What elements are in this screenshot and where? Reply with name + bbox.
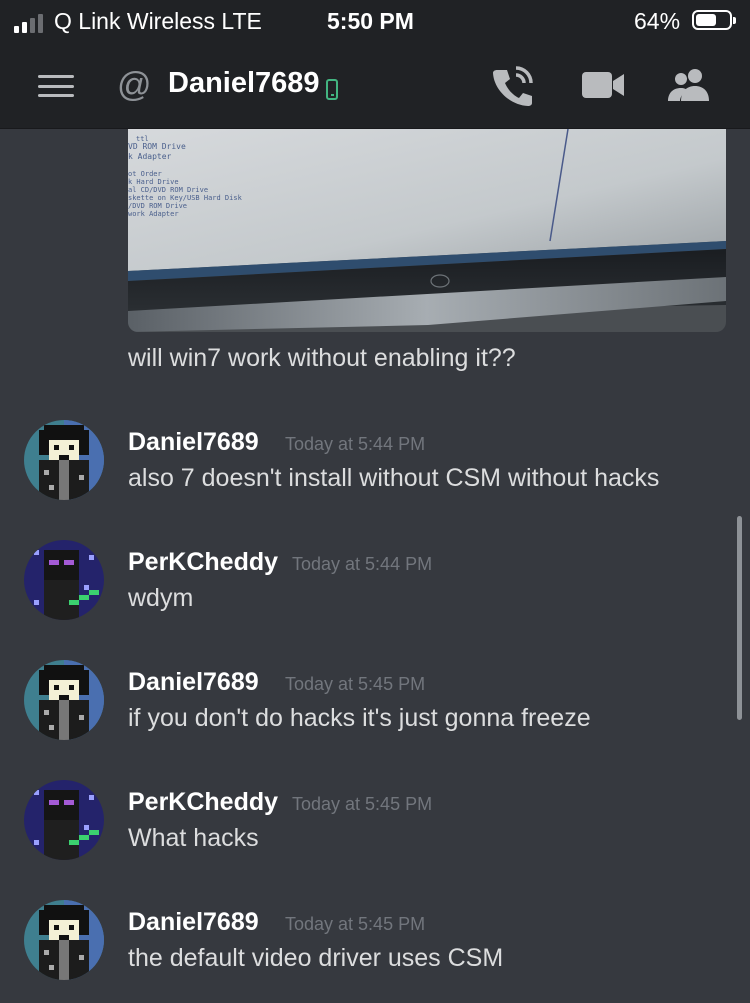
message-text: will win7 work without enabling it?? [128, 344, 516, 372]
bios-text-5: k Hard Drive [128, 178, 179, 186]
bios-text-9: work Adapter [128, 210, 179, 218]
battery-level-fill [696, 14, 716, 26]
channel-header: @ Daniel7689 [0, 42, 750, 129]
bios-text-2: VD ROM Drive [128, 142, 186, 151]
battery-percentage: 64% [634, 8, 681, 34]
video-call-icon[interactable] [580, 69, 626, 101]
message-text: if you don't do hacks it's just gonna fr… [128, 704, 591, 732]
status-bar: Q Link Wireless LTE 5:50 PM 64% [0, 0, 750, 42]
bios-text-4: ot Order [128, 170, 162, 178]
message-text: wdym [128, 584, 194, 612]
menu-icon[interactable] [38, 75, 74, 97]
message-author[interactable]: Daniel7689 [128, 668, 259, 697]
clock: 5:50 PM [327, 8, 414, 34]
bios-photo: ttl VD ROM Drive k Adapter ot Order k Ha… [128, 129, 726, 332]
bios-text-8: /DVD ROM Drive [128, 202, 187, 210]
scrollbar[interactable] [737, 516, 742, 720]
battery-icon [692, 10, 736, 30]
group-members-icon[interactable] [665, 67, 715, 103]
at-icon: @ [117, 66, 152, 104]
pixel-avatar-daniel [24, 660, 104, 740]
bios-text-3: k Adapter [128, 152, 172, 161]
bios-text-7: skette on Key/USB Hard Disk [128, 194, 243, 202]
message-author[interactable]: PerKCheddy [128, 548, 278, 577]
avatar[interactable] [24, 900, 104, 980]
message-timestamp: Today at 5:45 PM [285, 674, 426, 694]
message-text: the default video driver uses CSM [128, 944, 504, 972]
avatar[interactable] [24, 780, 104, 860]
pixel-avatar-daniel [24, 420, 104, 500]
message-text: What hacks [128, 824, 259, 852]
pixel-avatar-perkcheddy [24, 780, 104, 860]
message-timestamp: Today at 5:44 PM [292, 554, 433, 574]
pixel-avatar-daniel [24, 900, 104, 980]
avatar[interactable] [24, 660, 104, 740]
dm-recipient-name[interactable]: Daniel7689 [168, 67, 320, 100]
carrier-label: Q Link Wireless LTE [54, 8, 262, 34]
message-timestamp: Today at 5:44 PM [285, 434, 426, 454]
message-timestamp: Today at 5:45 PM [285, 914, 426, 934]
pixel-avatar-perkcheddy [24, 540, 104, 620]
message-author[interactable]: PerKCheddy [128, 788, 278, 817]
avatar[interactable] [24, 420, 104, 500]
message-text: also 7 doesn't install without CSM witho… [128, 464, 660, 492]
avatar[interactable] [24, 540, 104, 620]
signal-strength-icon [14, 14, 43, 33]
image-attachment[interactable]: ttl VD ROM Drive k Adapter ot Order k Ha… [128, 129, 726, 332]
message-author[interactable]: Daniel7689 [128, 428, 259, 457]
voice-call-icon[interactable] [490, 64, 536, 108]
mobile-online-icon [326, 79, 338, 100]
bios-text-6: al CD/DVD ROM Drive [128, 186, 208, 194]
message-author[interactable]: Daniel7689 [128, 908, 259, 937]
message-timestamp: Today at 5:45 PM [292, 794, 433, 814]
